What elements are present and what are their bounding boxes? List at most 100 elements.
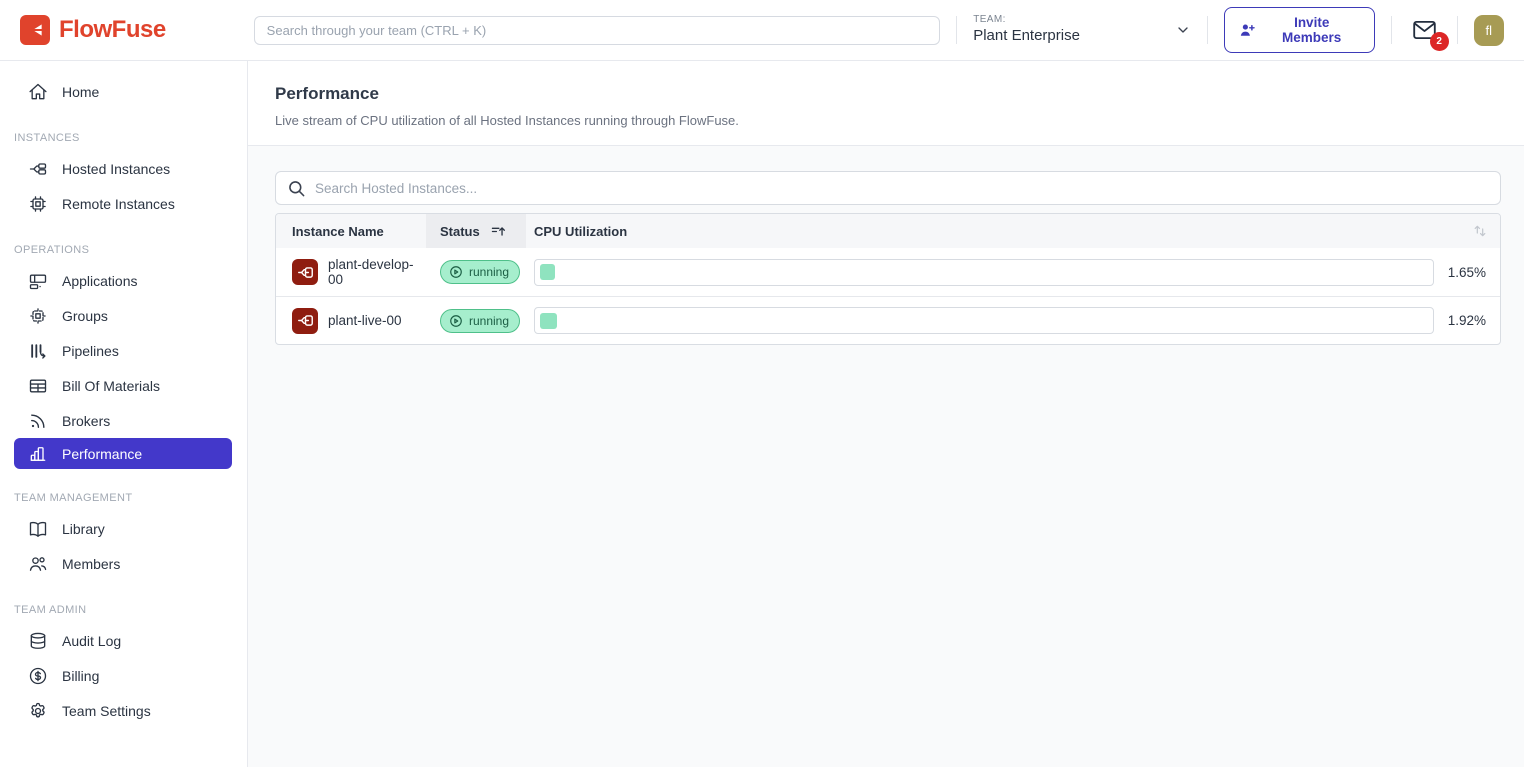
sidebar-item-team-settings[interactable]: Team Settings: [0, 693, 247, 728]
instance-search-input[interactable]: [315, 181, 1489, 196]
team-name: Plant Enterprise: [973, 27, 1080, 46]
notification-count-badge: 2: [1430, 32, 1449, 51]
sidebar-item-label: Members: [62, 556, 120, 572]
sidebar-item-label: Brokers: [62, 413, 110, 429]
user-group-icon: [28, 554, 48, 574]
arrows-up-down-icon: [1472, 223, 1488, 239]
sidebar-item-bill-of-materials[interactable]: Bill Of Materials: [0, 368, 247, 403]
sidebar-section-team-management: TEAM MANAGEMENT: [14, 492, 247, 504]
user-avatar[interactable]: fl: [1474, 15, 1504, 46]
flowfuse-logo[interactable]: FlowFuse: [20, 15, 166, 45]
invite-members-label: Invite Members: [1264, 15, 1360, 45]
notifications-button[interactable]: 2: [1410, 17, 1439, 43]
sidebar-item-label: Bill Of Materials: [62, 378, 160, 394]
cpu-utilization-bar: [534, 259, 1434, 286]
header-divider: [956, 16, 957, 44]
bar-chart-icon: [28, 444, 48, 464]
team-search-input[interactable]: [254, 16, 941, 45]
database-icon: [28, 631, 48, 651]
header-divider: [1207, 16, 1208, 44]
user-plus-icon: [1239, 22, 1256, 39]
cpu-utilization-value: 1.92%: [1434, 313, 1500, 328]
page-subtitle: Live stream of CPU utilization of all Ho…: [275, 113, 1497, 128]
sidebar-item-pipelines[interactable]: Pipelines: [0, 333, 247, 368]
page-body: Instance Name Status: [248, 146, 1524, 767]
cpu-utilization-fill: [540, 313, 557, 329]
cpu-utilization-fill: [540, 264, 555, 280]
sidebar-section-instances: INSTANCES: [14, 132, 247, 144]
instances-table: Instance Name Status: [275, 213, 1501, 345]
table-header-row: Instance Name Status: [276, 214, 1500, 248]
status-badge: running: [440, 260, 520, 284]
node-red-instance-icon: [292, 308, 318, 334]
node-red-instance-icon: [292, 259, 318, 285]
sidebar-item-label: Audit Log: [62, 633, 121, 649]
table-row[interactable]: plant-develop-00 running: [276, 248, 1500, 296]
sidebar-item-applications[interactable]: Applications: [0, 263, 247, 298]
sidebar-item-label: Applications: [62, 273, 138, 289]
sidebar-item-audit-log[interactable]: Audit Log: [0, 623, 247, 658]
dollar-circle-icon: [28, 666, 48, 686]
sidebar-item-hosted-instances[interactable]: Hosted Instances: [0, 151, 247, 186]
chevron-down-icon: [1175, 22, 1191, 38]
sidebar-section-operations: OPERATIONS: [14, 244, 247, 256]
sidebar-item-label: Performance: [62, 446, 142, 462]
sidebar-item-billing[interactable]: Billing: [0, 658, 247, 693]
home-icon: [28, 82, 48, 102]
team-label: TEAM:: [973, 14, 1080, 27]
cpu-chip-icon: [28, 194, 48, 214]
flowfuse-logo-icon: [20, 15, 50, 45]
play-circle-icon: [449, 265, 463, 279]
cpu-utilization-value: 1.65%: [1434, 265, 1500, 280]
gear-icon: [28, 701, 48, 721]
sidebar-item-label: Hosted Instances: [62, 161, 170, 177]
status-label: running: [469, 314, 509, 328]
header-divider: [1457, 16, 1458, 44]
sidebar-item-label: Team Settings: [62, 703, 151, 719]
column-header-cpu-utilization[interactable]: CPU Utilization: [526, 214, 1434, 248]
open-book-icon: [28, 519, 48, 539]
sidebar-item-brokers[interactable]: Brokers: [0, 403, 247, 438]
dashed-chip-icon: [28, 306, 48, 326]
top-bar: FlowFuse TEAM: Plant Enterprise Invi: [0, 0, 1524, 61]
sidebar-item-groups[interactable]: Groups: [0, 298, 247, 333]
node-flow-icon: [28, 159, 48, 179]
invite-members-button[interactable]: Invite Members: [1224, 7, 1375, 53]
play-circle-icon: [449, 314, 463, 328]
team-selector[interactable]: TEAM: Plant Enterprise: [973, 14, 1191, 45]
sidebar-item-library[interactable]: Library: [0, 511, 247, 546]
sidebar-item-label: Home: [62, 84, 99, 100]
column-header-instance-name[interactable]: Instance Name: [276, 214, 426, 248]
instance-search-box[interactable]: [275, 171, 1501, 205]
cpu-utilization-bar: [534, 307, 1434, 334]
instance-name: plant-live-00: [328, 313, 402, 328]
column-header-sort-toggle[interactable]: [1434, 214, 1500, 248]
instance-name: plant-develop-00: [328, 257, 426, 287]
header-divider: [1391, 16, 1392, 44]
table-row[interactable]: plant-live-00 running: [276, 296, 1500, 344]
page-header: Performance Live stream of CPU utilizati…: [248, 61, 1524, 146]
sidebar-item-label: Library: [62, 521, 105, 537]
sidebar-item-remote-instances[interactable]: Remote Instances: [0, 186, 247, 221]
sidebar-item-members[interactable]: Members: [0, 546, 247, 581]
page-title: Performance: [275, 84, 1497, 104]
column-header-status[interactable]: Status: [426, 214, 526, 248]
sidebar-item-label: Billing: [62, 668, 99, 684]
rss-icon: [28, 411, 48, 431]
stacked-windows-icon: [28, 271, 48, 291]
main-content: Performance Live stream of CPU utilizati…: [248, 61, 1524, 767]
sidebar-item-label: Groups: [62, 308, 108, 324]
sidebar-item-home[interactable]: Home: [0, 74, 247, 109]
sidebar-section-team-admin: TEAM ADMIN: [14, 604, 247, 616]
status-label: running: [469, 265, 509, 279]
sidebar-item-label: Remote Instances: [62, 196, 175, 212]
sort-ascending-icon: [490, 223, 507, 240]
search-icon: [287, 179, 306, 198]
pipelines-icon: [28, 341, 48, 361]
status-badge: running: [440, 309, 520, 333]
sidebar-item-label: Pipelines: [62, 343, 119, 359]
table-cells-icon: [28, 376, 48, 396]
sidebar: Home INSTANCES Hosted Instances: [0, 61, 248, 767]
flowfuse-app: FlowFuse TEAM: Plant Enterprise Invi: [0, 0, 1524, 767]
sidebar-item-performance[interactable]: Performance: [14, 438, 232, 469]
